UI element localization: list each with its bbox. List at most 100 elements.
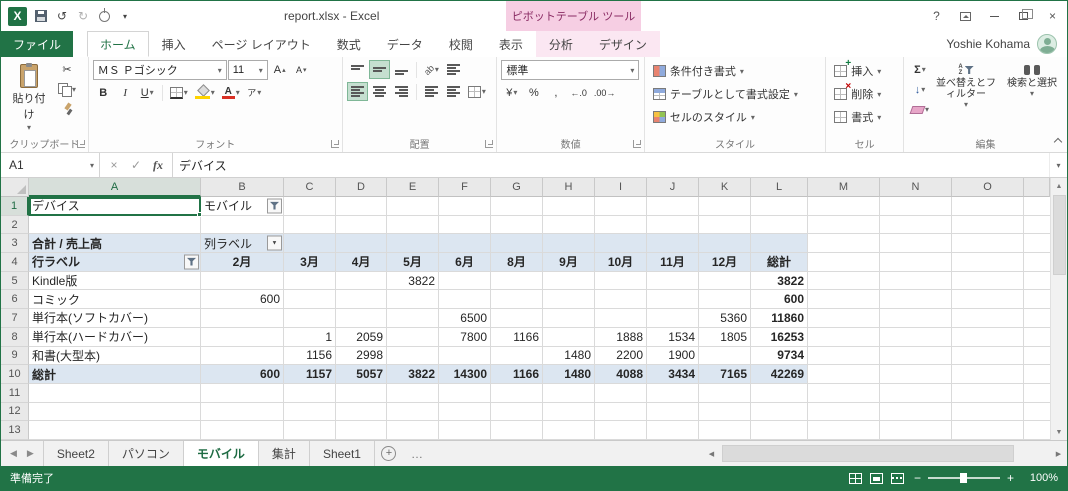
restore-button[interactable] (1009, 1, 1038, 31)
enter-button[interactable]: ✓ (126, 155, 146, 175)
cut-button[interactable]: ✂ (55, 60, 79, 79)
cancel-button[interactable]: × (104, 155, 124, 175)
cell-e12[interactable] (387, 402, 439, 422)
horizontal-scroll-track[interactable] (720, 441, 1050, 466)
cell-k6[interactable] (699, 290, 751, 310)
column-header-a[interactable]: A (29, 178, 201, 197)
cell-d8[interactable]: 2059 (336, 327, 387, 347)
cell-o7[interactable] (952, 309, 1024, 328)
excel-logo-icon[interactable]: X (8, 6, 27, 26)
cell-d5[interactable] (336, 271, 387, 291)
sheet-tab-パソコン[interactable]: パソコン (109, 441, 184, 466)
cell-i4[interactable]: 10月 (595, 253, 647, 272)
cell-n8[interactable] (880, 327, 952, 347)
italic-button[interactable]: I (115, 83, 136, 102)
row-header-12[interactable]: 12 (1, 402, 29, 422)
cell-c5[interactable] (284, 271, 336, 291)
cell-e7[interactable] (387, 309, 439, 328)
font-dialog-launcher[interactable] (330, 140, 339, 148)
cell-f5[interactable] (439, 271, 491, 291)
column-header-d[interactable]: D (336, 178, 387, 197)
column-header-b[interactable]: B (201, 178, 284, 197)
insert-function-button[interactable]: fx (148, 155, 168, 175)
new-sheet-button[interactable]: + (375, 441, 403, 466)
cell-j11[interactable] (647, 383, 699, 403)
cell-b2[interactable] (201, 215, 284, 235)
cell-d9[interactable]: 2998 (336, 346, 387, 366)
zoom-slider-thumb[interactable] (959, 473, 967, 483)
cell-i5[interactable] (595, 271, 647, 291)
cell-m9[interactable] (808, 346, 880, 366)
cell-f1[interactable] (439, 197, 491, 216)
cell-o5[interactable] (952, 271, 1024, 291)
cell-g3[interactable] (491, 234, 543, 254)
insert-cells-button[interactable]: 挿入▾ (830, 58, 900, 82)
conditional-formatting-button[interactable]: 条件付き書式 ▾ (649, 60, 822, 82)
cell-k7[interactable]: 5360 (699, 309, 751, 328)
cell-m6[interactable] (808, 290, 880, 310)
cell-m13[interactable] (808, 421, 880, 440)
cell-b7[interactable] (201, 309, 284, 328)
sheet-tab-sheet2[interactable]: Sheet2 (42, 441, 109, 466)
redo-button[interactable]: ↻ (76, 8, 90, 24)
cell-a2[interactable] (29, 215, 201, 235)
cell-c13[interactable] (284, 421, 336, 440)
row-header-13[interactable]: 13 (1, 421, 29, 440)
cell-n4[interactable] (880, 253, 952, 272)
cell-h9[interactable]: 1480 (543, 346, 595, 366)
cell-k2[interactable] (699, 215, 751, 235)
cell-e10[interactable]: 3822 (387, 365, 439, 384)
cell-styles-button[interactable]: セルのスタイル ▾ (649, 106, 822, 128)
cell-j10[interactable]: 3434 (647, 365, 699, 384)
cell-c6[interactable] (284, 290, 336, 310)
cell-e8[interactable] (387, 327, 439, 347)
cell-m12[interactable] (808, 402, 880, 422)
tab-formulas[interactable]: 数式 (324, 31, 374, 57)
cell-h11[interactable] (543, 383, 595, 403)
cell-n7[interactable] (880, 309, 952, 328)
cell-b8[interactable] (201, 327, 284, 347)
cell-f11[interactable] (439, 383, 491, 403)
cell-d3[interactable] (336, 234, 387, 254)
row-header-5[interactable]: 5 (1, 271, 29, 291)
select-all-button[interactable] (1, 178, 29, 197)
column-header-j[interactable]: J (647, 178, 699, 197)
cell-d2[interactable] (336, 215, 387, 235)
phonetic-button[interactable]: ア ▾ (244, 83, 265, 102)
cell-m4[interactable] (808, 253, 880, 272)
cell-d11[interactable] (336, 383, 387, 403)
cell-h8[interactable] (543, 327, 595, 347)
cell-h7[interactable] (543, 309, 595, 328)
cell-c4[interactable]: 3月 (284, 253, 336, 272)
cell-i9[interactable]: 2200 (595, 346, 647, 366)
cell-h6[interactable] (543, 290, 595, 310)
cell-n11[interactable] (880, 383, 952, 403)
scroll-up-arrow[interactable]: ▲ (1051, 178, 1067, 194)
delete-cells-button[interactable]: 削除▾ (830, 81, 900, 105)
sheet-tab-sheet1[interactable]: Sheet1 (310, 441, 375, 466)
cell-b6[interactable]: 600 (201, 290, 284, 310)
collapse-ribbon-button[interactable] (1053, 133, 1063, 148)
wrap-text-button[interactable] (443, 60, 464, 79)
cell-a12[interactable] (29, 402, 201, 422)
format-painter-button[interactable] (55, 100, 79, 119)
cell-l6[interactable]: 600 (751, 290, 808, 310)
cell-k13[interactable] (699, 421, 751, 440)
cell-o11[interactable] (952, 383, 1024, 403)
format-cells-button[interactable]: 書式 ▾ (830, 106, 900, 128)
zoom-in-button[interactable]: + (1007, 471, 1014, 485)
orientation-button[interactable]: ab ▾ (421, 60, 442, 79)
cell-a7[interactable]: 単行本(ソフトカバー) (29, 309, 201, 328)
fill-button[interactable]: ↓ ▾ (908, 80, 932, 99)
column-header-f[interactable]: F (439, 178, 491, 197)
cell-f6[interactable] (439, 290, 491, 310)
align-center-button[interactable] (369, 82, 390, 101)
cell-e5[interactable]: 3822 (387, 271, 439, 291)
cell-a13[interactable] (29, 421, 201, 440)
cell-a8[interactable]: 単行本(ハードカバー) (29, 327, 201, 347)
touch-mode-button[interactable] (97, 7, 111, 24)
page-layout-view-icon[interactable] (869, 472, 883, 484)
decrease-decimal-button[interactable]: .00→ (591, 83, 619, 102)
cell-n13[interactable] (880, 421, 952, 440)
cell-n3[interactable] (880, 234, 952, 254)
